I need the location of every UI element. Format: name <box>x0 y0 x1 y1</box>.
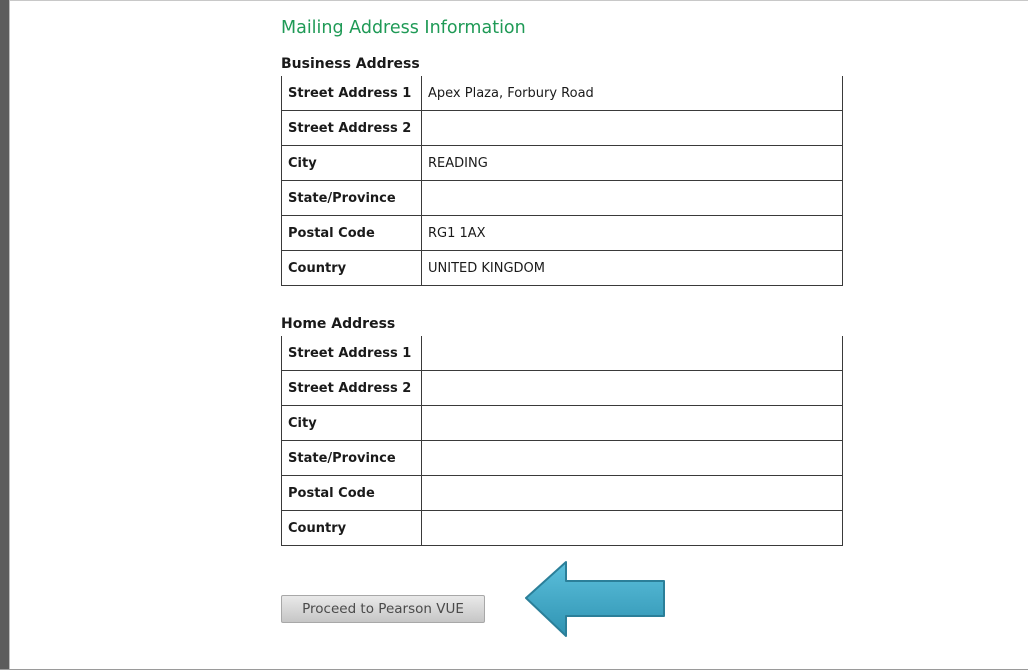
table-row: City READING <box>281 145 843 181</box>
home-street1-label: Street Address 1 <box>281 336 422 371</box>
window-top-border <box>10 0 1028 1</box>
home-postal-value <box>421 475 843 511</box>
home-street2-label: Street Address 2 <box>281 370 422 406</box>
business-street1-label: Street Address 1 <box>281 76 422 111</box>
home-country-value <box>421 510 843 546</box>
business-postal-label: Postal Code <box>281 215 422 251</box>
business-postal-value: RG1 1AX <box>421 215 843 251</box>
proceed-to-pearson-vue-button[interactable]: Proceed to Pearson VUE <box>281 595 485 623</box>
arrow-left-icon <box>525 561 665 637</box>
business-country-value: UNITED KINGDOM <box>421 250 843 286</box>
business-street1-value: Apex Plaza, Forbury Road <box>421 76 843 111</box>
business-state-value <box>421 180 843 216</box>
business-city-value: READING <box>421 145 843 181</box>
business-street2-value <box>421 110 843 146</box>
table-row: Street Address 1 Apex Plaza, Forbury Roa… <box>281 76 843 111</box>
business-city-label: City <box>281 145 422 181</box>
home-street1-value <box>421 336 843 371</box>
table-row: Street Address 2 <box>281 370 843 406</box>
table-row: Country UNITED KINGDOM <box>281 250 843 286</box>
page-title: Mailing Address Information <box>281 18 526 38</box>
table-row: Postal Code RG1 1AX <box>281 215 843 251</box>
table-row: Postal Code <box>281 475 843 511</box>
home-state-value <box>421 440 843 476</box>
home-city-label: City <box>281 405 422 441</box>
arrow-shape <box>525 561 665 637</box>
business-address-heading: Business Address <box>281 56 420 72</box>
table-row: State/Province <box>281 180 843 216</box>
window-left-border-inner <box>9 0 10 670</box>
home-country-label: Country <box>281 510 422 546</box>
home-address-table: Street Address 1 Street Address 2 City S… <box>281 336 843 546</box>
home-street2-value <box>421 370 843 406</box>
window-left-border <box>0 0 9 670</box>
table-row: Country <box>281 510 843 546</box>
business-address-table: Street Address 1 Apex Plaza, Forbury Roa… <box>281 76 843 286</box>
business-state-label: State/Province <box>281 180 422 216</box>
table-row: State/Province <box>281 440 843 476</box>
home-postal-label: Postal Code <box>281 475 422 511</box>
home-state-label: State/Province <box>281 440 422 476</box>
business-street2-label: Street Address 2 <box>281 110 422 146</box>
table-row: City <box>281 405 843 441</box>
mailing-address-section: Mailing Address Information Business Add… <box>281 14 844 546</box>
home-city-value <box>421 405 843 441</box>
business-country-label: Country <box>281 250 422 286</box>
table-row: Street Address 1 <box>281 336 843 371</box>
home-address-heading: Home Address <box>281 316 396 332</box>
table-row: Street Address 2 <box>281 110 843 146</box>
